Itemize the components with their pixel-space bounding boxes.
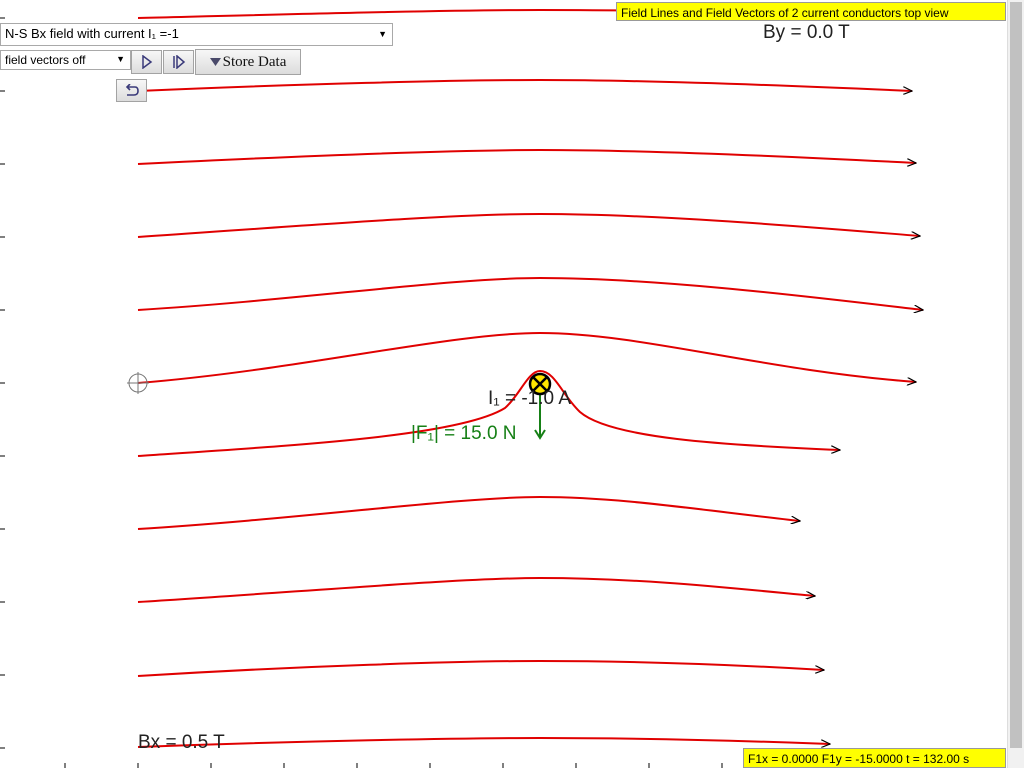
chevron-down-icon: ▼ (378, 29, 387, 39)
field-line (137, 736, 830, 747)
title-box: Field Lines and Field Vectors of 2 curre… (616, 2, 1006, 21)
status-text: F1x = 0.0000 F1y = -15.0000 t = 132.00 s (748, 752, 970, 766)
field-line (137, 495, 800, 530)
by-readout: By = 0.0 T (763, 22, 850, 43)
triangle-down-icon (209, 58, 221, 66)
chevron-down-icon: ▼ (116, 54, 125, 64)
undo-icon (125, 83, 139, 96)
step-forward-button[interactable] (163, 50, 194, 74)
field-line (137, 576, 815, 603)
play-button[interactable] (131, 50, 162, 74)
simulation-canvas[interactable]: By = 0.0 T Bx = 0.5 T I₁ = -1.0 A |F₁| =… (0, 0, 1024, 768)
field-line (137, 331, 916, 383)
field-line (137, 8, 651, 19)
vertical-scrollbar[interactable] (1007, 0, 1024, 768)
play-icon (141, 55, 152, 69)
force-readout: |F₁| = 15.0 N (411, 423, 517, 444)
left-axis-ticks (0, 17, 5, 749)
current-readout: I₁ = -1.0 A (488, 388, 571, 409)
step-forward-icon (172, 55, 185, 69)
store-data-label: Store Data (222, 53, 287, 70)
field-line (137, 212, 920, 237)
field-line (137, 659, 824, 677)
title-text: Field Lines and Field Vectors of 2 curre… (621, 6, 949, 20)
scenario-select[interactable]: N-S Bx field with current I₁ =-1 ▼ (0, 23, 393, 46)
field-vectors-select[interactable]: field vectors off ▼ (0, 50, 131, 70)
reset-button[interactable] (116, 79, 147, 102)
bottom-axis-ticks (64, 763, 723, 768)
bx-readout: Bx = 0.5 T (138, 732, 225, 753)
scrollbar-thumb[interactable] (1010, 2, 1022, 748)
store-data-button[interactable]: Store Data (195, 49, 301, 75)
field-line (137, 276, 923, 310)
crosshair-icon[interactable] (127, 372, 149, 394)
scenario-select-value: N-S Bx field with current I₁ =-1 (5, 26, 179, 41)
field-line (137, 148, 916, 164)
field-line (137, 78, 912, 91)
status-box: F1x = 0.0000 F1y = -15.0000 t = 132.00 s (743, 748, 1006, 768)
field-vectors-select-value: field vectors off (5, 53, 86, 67)
